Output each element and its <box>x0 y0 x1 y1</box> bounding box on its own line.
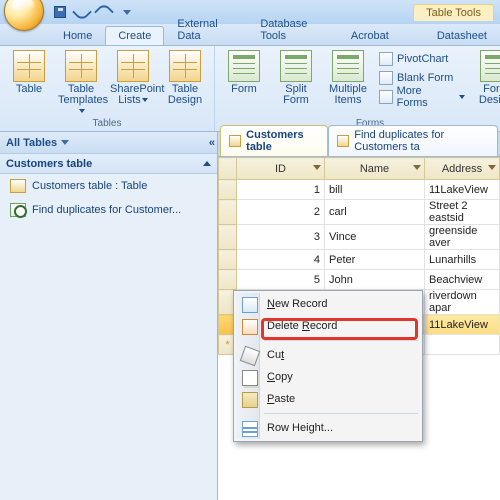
multiple-items-icon <box>332 50 364 82</box>
ribbon-tabs: Home Create External Data Database Tools… <box>0 24 500 46</box>
form-design-icon <box>480 50 500 82</box>
menu-copy[interactable]: Copy <box>236 366 420 388</box>
doc-tab-label: Customers table <box>246 129 319 153</box>
context-menu: New Record Delete Record Cut Copy Paste … <box>233 290 423 442</box>
doc-tab-customers[interactable]: Customers table <box>220 125 328 156</box>
tab-home[interactable]: Home <box>50 26 105 45</box>
menu-new-record[interactable]: New Record <box>236 293 420 315</box>
table-row[interactable]: 1bill11LakeView <box>219 180 500 200</box>
menu-paste[interactable]: Paste <box>236 388 420 410</box>
cut-icon <box>240 346 261 367</box>
paste-icon <box>242 392 258 408</box>
navigation-pane: All Tables « Customers table Customers t… <box>0 132 218 500</box>
redo-button[interactable] <box>94 3 114 21</box>
table-templates-icon <box>65 50 97 82</box>
form-icon <box>228 50 260 82</box>
tab-acrobat[interactable]: Acrobat <box>338 26 402 45</box>
tab-database-tools[interactable]: Database Tools <box>247 14 338 45</box>
nav-section-label: Customers table <box>6 158 92 170</box>
table-icon <box>10 179 26 193</box>
new-record-icon <box>242 297 258 313</box>
pivotchart-icon <box>379 52 393 66</box>
menu-separator <box>264 413 418 414</box>
nav-header-label: All Tables <box>6 137 57 149</box>
qat-customize[interactable] <box>116 3 136 21</box>
sharepoint-icon <box>117 50 149 82</box>
dropdown-icon[interactable] <box>488 165 496 170</box>
group-tables: Table TableTemplates SharePointLists Tab… <box>0 46 215 131</box>
tab-external-data[interactable]: External Data <box>164 14 247 45</box>
query-icon <box>10 203 26 217</box>
select-all-cell[interactable] <box>219 158 237 180</box>
chevron-down-icon <box>459 95 465 99</box>
col-id[interactable]: ID <box>237 158 325 180</box>
document-tabs: Customers table Find duplicates for Cust… <box>218 132 500 156</box>
nav-item-label: Customers table : Table <box>32 180 147 192</box>
group-forms: Form SplitForm MultipleItems PivotChart … <box>215 46 500 131</box>
forms-small-stack: PivotChart Blank Form More Forms <box>377 50 467 106</box>
doc-tab-label: Find duplicates for Customers ta <box>354 129 489 153</box>
save-icon <box>54 6 66 18</box>
redo-icon <box>94 2 114 22</box>
header-row: ID Name Address <box>219 158 500 180</box>
cmd-table-templates[interactable]: TableTemplates <box>58 50 104 117</box>
table-design-icon <box>169 50 201 82</box>
cmd-pivotchart[interactable]: PivotChart <box>377 50 467 68</box>
nav-section[interactable]: Customers table <box>0 154 217 174</box>
table-row[interactable]: 2carlStreet 2 eastsid <box>219 200 500 225</box>
quick-access-toolbar <box>50 3 136 21</box>
row-height-icon <box>242 421 258 437</box>
save-button[interactable] <box>50 3 70 21</box>
cmd-more-forms[interactable]: More Forms <box>377 88 467 106</box>
table-row[interactable]: 4PeterLunarhills <box>219 250 500 270</box>
undo-button[interactable] <box>72 3 92 21</box>
table-row[interactable]: 5JohnBeachview <box>219 270 500 290</box>
menu-cut[interactable]: Cut <box>236 344 420 366</box>
menu-row-height[interactable]: Row Height... <box>236 417 420 439</box>
dropdown-icon[interactable] <box>413 165 421 170</box>
dropdown-icon[interactable] <box>313 165 321 170</box>
table-icon <box>13 50 45 82</box>
chevron-down-icon <box>79 109 85 113</box>
nav-header[interactable]: All Tables « <box>0 132 217 154</box>
table-icon <box>337 135 349 147</box>
menu-separator <box>264 340 418 341</box>
table-icon <box>229 135 241 147</box>
col-address[interactable]: Address <box>425 158 500 180</box>
nav-item-customers-table[interactable]: Customers table : Table <box>0 174 217 198</box>
cmd-sharepoint-lists[interactable]: SharePointLists <box>110 50 156 106</box>
chevron-up-icon <box>203 161 211 166</box>
contextual-tab-label: Table Tools <box>413 4 494 21</box>
cmd-split-form[interactable]: SplitForm <box>273 50 319 106</box>
tab-datasheet[interactable]: Datasheet <box>424 26 500 45</box>
tab-create[interactable]: Create <box>105 26 164 45</box>
chevron-down-icon <box>123 10 131 15</box>
cmd-table[interactable]: Table <box>6 50 52 95</box>
collapse-nav-icon[interactable]: « <box>209 137 211 149</box>
group-label-tables: Tables <box>6 117 208 130</box>
delete-record-icon <box>242 319 258 335</box>
copy-icon <box>242 370 258 386</box>
nav-item-label: Find duplicates for Customer... <box>32 204 181 216</box>
cmd-form-design[interactable]: FormDesign <box>473 50 500 106</box>
more-forms-icon <box>379 90 393 104</box>
table-row[interactable]: 3Vincegreenside aver <box>219 225 500 250</box>
split-form-icon <box>280 50 312 82</box>
undo-icon <box>72 2 92 22</box>
chevron-down-icon <box>61 140 69 145</box>
doc-tab-duplicates[interactable]: Find duplicates for Customers ta <box>328 125 498 156</box>
cmd-multiple-items[interactable]: MultipleItems <box>325 50 371 106</box>
col-name[interactable]: Name <box>325 158 425 180</box>
chevron-down-icon <box>142 98 148 102</box>
nav-item-find-duplicates[interactable]: Find duplicates for Customer... <box>0 198 217 222</box>
menu-delete-record[interactable]: Delete Record <box>236 315 420 337</box>
cmd-table-design[interactable]: TableDesign <box>162 50 208 106</box>
cmd-form[interactable]: Form <box>221 50 267 95</box>
blank-form-icon <box>379 71 393 85</box>
ribbon: Table TableTemplates SharePointLists Tab… <box>0 46 500 132</box>
